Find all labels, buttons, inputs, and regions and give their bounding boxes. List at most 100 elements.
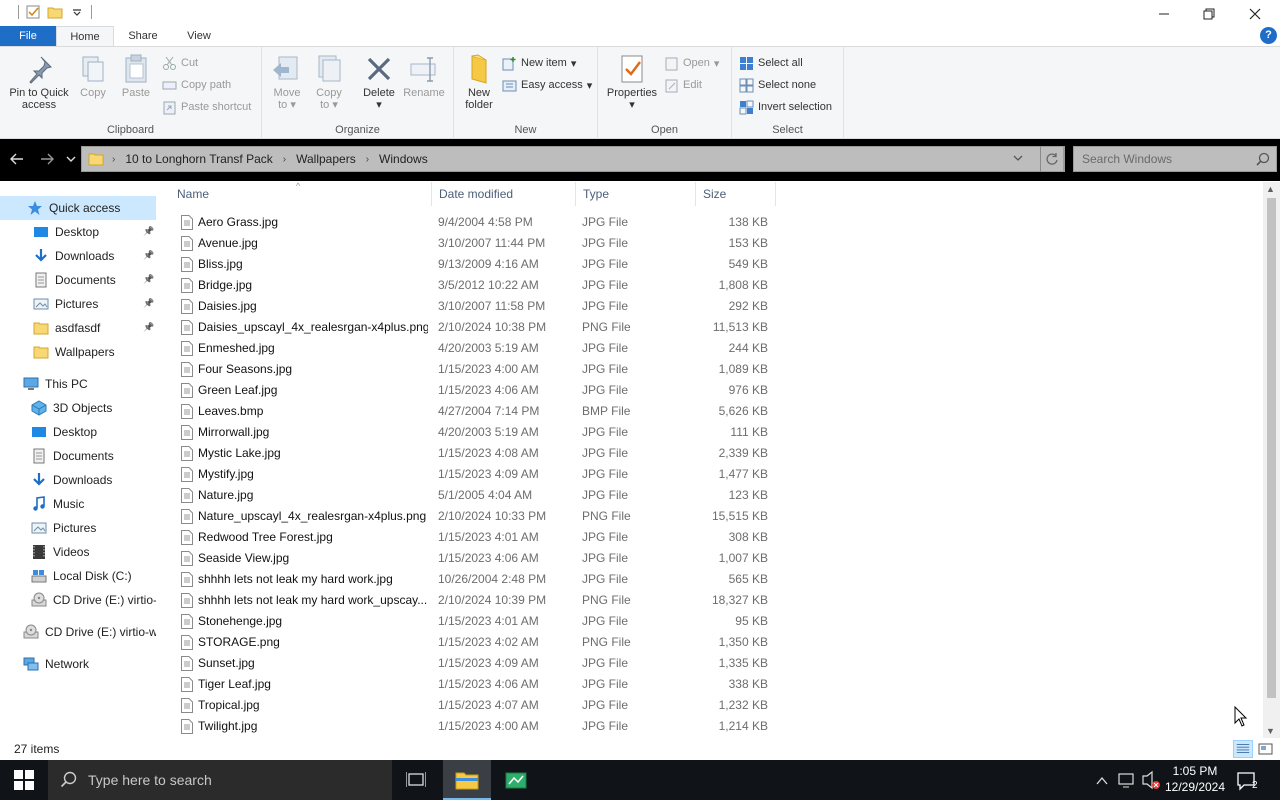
invert-selection-button[interactable]: Invert selection — [739, 97, 832, 117]
pin-icon[interactable]: 📌 — [143, 274, 154, 285]
breadcrumb-item[interactable]: Wallpapers — [296, 152, 356, 166]
nav-item-downloads[interactable]: Downloads 📌 — [0, 244, 156, 268]
refresh-button[interactable] — [1040, 146, 1064, 172]
network-status-icon[interactable] — [1117, 760, 1137, 800]
tab-home[interactable]: Home — [56, 26, 114, 47]
file-row[interactable]: Redwood Tree Forest.jpg 1/15/2023 4:01 AM… — [170, 527, 770, 548]
search-box[interactable]: Search Windows — [1073, 146, 1277, 172]
taskbar-search-input[interactable]: Type here to search — [88, 772, 212, 788]
details-view-icon[interactable] — [1233, 740, 1253, 758]
file-row[interactable]: Nature.jpg 5/1/2005 4:04 AM JPG File 123 KB — [170, 485, 770, 506]
file-row[interactable]: Mirrorwall.jpg 4/20/2003 5:19 AM JPG File 1… — [170, 422, 770, 443]
nav-item-music[interactable]: Music — [0, 492, 156, 516]
pin-icon[interactable]: 📌 — [143, 322, 154, 333]
file-row[interactable]: Leaves.bmp 4/27/2004 7:14 PM BMP File 5,626… — [170, 401, 770, 422]
file-row[interactable]: Stonehenge.jpg 1/15/2023 4:01 AM JPG File 9… — [170, 611, 770, 632]
file-row[interactable]: Mystic Lake.jpg 1/15/2023 4:08 AM JPG File… — [170, 443, 770, 464]
file-row[interactable]: Mystify.jpg 1/15/2023 4:09 AM JPG File 1,47… — [170, 464, 770, 485]
task-view-button[interactable] — [392, 760, 440, 800]
file-row[interactable]: STORAGE.png 1/15/2023 4:02 AM PNG File 1,35… — [170, 632, 770, 653]
nav-item-wallpapers[interactable]: Wallpapers — [0, 340, 156, 364]
nav-item-desktop[interactable]: Desktop — [0, 420, 156, 444]
restore-button[interactable] — [1186, 0, 1232, 28]
pin-to-quick-access-button[interactable]: Pin to Quick access — [4, 53, 74, 111]
nav-item-pictures[interactable]: Pictures 📌 — [0, 292, 156, 316]
properties-icon[interactable] — [25, 4, 41, 20]
easy-access-button[interactable]: Easy access ▾ — [502, 75, 592, 95]
breadcrumb-item[interactable]: Windows — [379, 152, 428, 166]
new-folder-icon[interactable] — [47, 4, 63, 20]
file-row[interactable]: shhhh lets not leak my hard work_upscay.… — [170, 590, 770, 611]
file-row[interactable]: Daisies_upscayl_4x_realesrgan-x4plus.png… — [170, 317, 770, 338]
file-row[interactable]: Seaside View.jpg 1/15/2023 4:06 AM JPG Fil… — [170, 548, 770, 569]
copy-button[interactable]: Copy — [76, 53, 110, 99]
column-header-name[interactable]: ^ Name — [170, 181, 432, 206]
recent-locations-button[interactable] — [64, 151, 78, 169]
app-taskbar-button[interactable] — [492, 760, 540, 800]
nav-this-pc[interactable]: This PC — [0, 372, 156, 396]
file-row[interactable]: Aero Grass.jpg 9/4/2004 4:58 PM JPG File 13… — [170, 212, 770, 233]
search-input[interactable]: Search Windows — [1082, 152, 1172, 166]
file-row[interactable]: Daisies.jpg 3/10/2007 11:58 PM JPG File 292… — [170, 296, 770, 317]
breadcrumb-item[interactable]: 10 to Longhorn Transf Pack — [125, 152, 272, 166]
file-row[interactable]: Four Seasons.jpg 1/15/2023 4:00 AM JPG Fil… — [170, 359, 770, 380]
scroll-up-icon[interactable]: ▲ — [1266, 184, 1275, 194]
nav-network[interactable]: Network — [0, 652, 156, 676]
forward-button[interactable] — [38, 151, 56, 169]
select-none-button[interactable]: Select none — [739, 75, 816, 95]
delete-button[interactable]: Delete ▾ — [360, 53, 398, 111]
file-row[interactable]: Green Leaf.jpg 1/15/2023 4:06 AM JPG File 9… — [170, 380, 770, 401]
nav-item-cd-drive-e-virtio-w[interactable]: CD Drive (E:) virtio-w — [0, 588, 156, 612]
move-to-button[interactable]: Move to ▾ — [270, 53, 304, 111]
chevron-down-icon[interactable] — [1012, 151, 1024, 165]
tab-file[interactable]: File — [0, 26, 56, 47]
cut-button[interactable]: Cut — [162, 53, 198, 73]
select-all-button[interactable]: Select all — [739, 53, 803, 73]
nav-item-desktop[interactable]: Desktop 📌 — [0, 220, 156, 244]
copy-to-button[interactable]: Copy to ▾ — [312, 53, 346, 111]
column-header-type[interactable]: Type — [576, 182, 696, 206]
file-row[interactable]: Tropical.jpg 1/15/2023 4:07 AM JPG File 1,2… — [170, 695, 770, 716]
tab-view[interactable]: View — [174, 26, 224, 47]
pin-icon[interactable]: 📌 — [143, 298, 154, 309]
scrollbar-thumb[interactable] — [1267, 198, 1276, 698]
nav-item-3d-objects[interactable]: 3D Objects — [0, 396, 156, 420]
chevron-down-icon[interactable] — [69, 4, 85, 20]
paste-button[interactable]: Paste — [118, 53, 154, 99]
file-row[interactable]: Twilight.jpg 1/15/2023 4:00 AM JPG File 1,2… — [170, 716, 770, 737]
file-row[interactable]: shhhh lets not leak my hard work.jpg 10/2… — [170, 569, 770, 590]
large-icons-view-icon[interactable] — [1256, 740, 1276, 758]
new-item-button[interactable]: New item ▾ — [502, 53, 576, 73]
file-row[interactable]: Tiger Leaf.jpg 1/15/2023 4:06 AM JPG File 3… — [170, 674, 770, 695]
nav-cd-drive[interactable]: CD Drive (E:) virtio-w — [0, 620, 156, 644]
address-bar[interactable]: › 10 to Longhorn Transf Pack › Wallpaper… — [81, 146, 1065, 172]
breadcrumb-separator[interactable]: › — [366, 154, 369, 165]
taskbar-search[interactable]: Type here to search — [48, 760, 392, 800]
nav-item-pictures[interactable]: Pictures — [0, 516, 156, 540]
file-row[interactable]: Bliss.jpg 9/13/2009 4:16 AM JPG File 549 KB — [170, 254, 770, 275]
help-button[interactable]: ? — [1260, 27, 1277, 44]
nav-item-documents[interactable]: Documents — [0, 444, 156, 468]
scroll-down-icon[interactable]: ▼ — [1266, 726, 1275, 736]
close-button[interactable] — [1232, 0, 1278, 28]
new-folder-button[interactable]: New folder — [460, 53, 498, 111]
column-header-size[interactable]: Size — [696, 182, 776, 206]
tab-share[interactable]: Share — [118, 26, 168, 47]
file-row[interactable]: Enmeshed.jpg 4/20/2003 5:19 AM JPG File 244… — [170, 338, 770, 359]
file-row[interactable]: Sunset.jpg 1/15/2023 4:09 AM JPG File 1,335… — [170, 653, 770, 674]
copy-path-button[interactable]: Copy path — [162, 75, 231, 95]
clock[interactable]: 1:05 PM 12/29/2024 — [1160, 763, 1230, 795]
properties-button[interactable]: Properties ▾ — [602, 53, 662, 111]
nav-item-videos[interactable]: Videos — [0, 540, 156, 564]
file-row[interactable]: Nature_upscayl_4x_realesrgan-x4plus.png 2… — [170, 506, 770, 527]
pin-icon[interactable]: 📌 — [143, 250, 154, 261]
nav-item-downloads[interactable]: Downloads — [0, 468, 156, 492]
column-header-date[interactable]: Date modified — [432, 182, 576, 206]
file-row[interactable]: Avenue.jpg 3/10/2007 11:44 PM JPG File 153 … — [170, 233, 770, 254]
chevron-up-icon[interactable] — [1095, 760, 1109, 800]
nav-item-asdfasdf[interactable]: asdfasdf 📌 — [0, 316, 156, 340]
paste-shortcut-button[interactable]: Paste shortcut — [162, 97, 251, 117]
back-button[interactable] — [8, 151, 26, 169]
file-explorer-taskbar-button[interactable] — [443, 760, 491, 800]
vertical-scrollbar[interactable]: ▲ ▼ — [1263, 182, 1280, 738]
